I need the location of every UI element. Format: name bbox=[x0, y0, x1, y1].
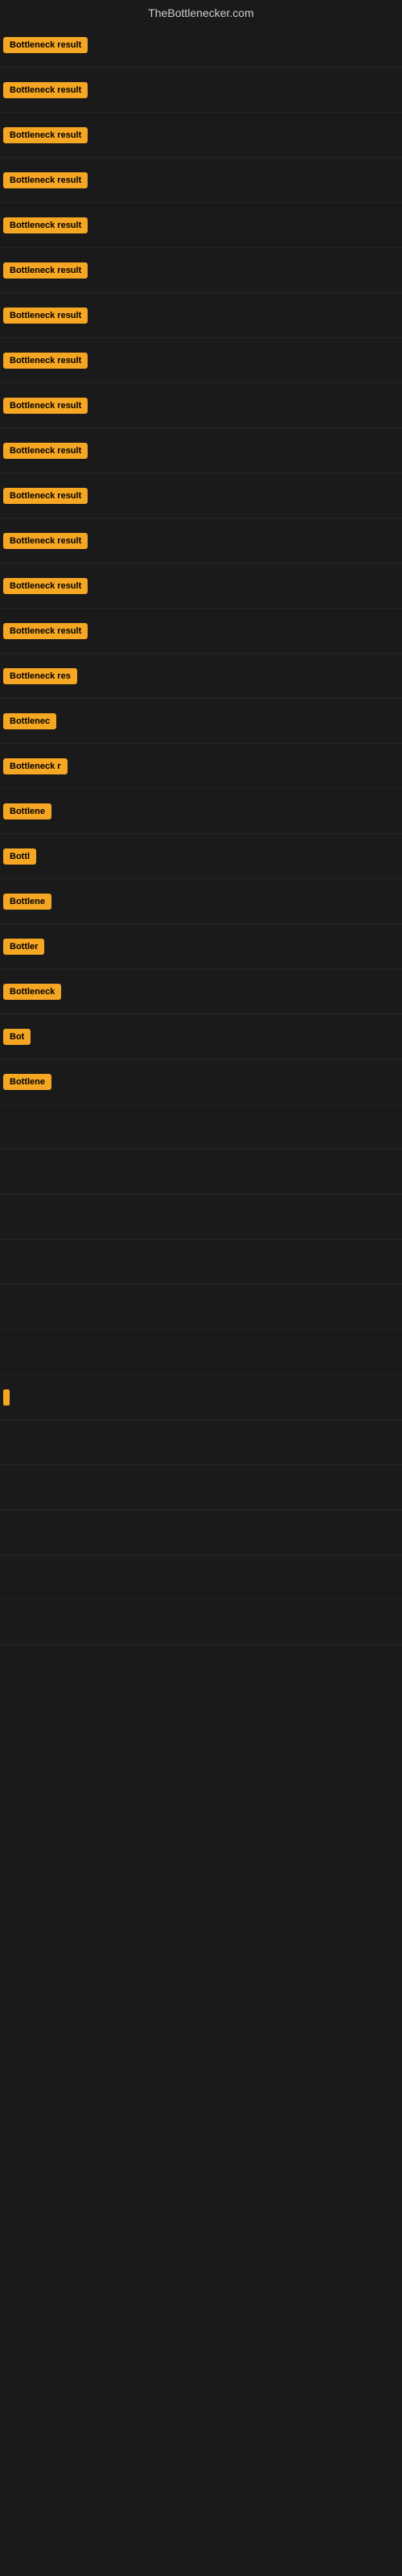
list-item: Bottleneck result bbox=[0, 68, 402, 113]
list-item: Bot bbox=[0, 1014, 402, 1059]
bottleneck-badge: Bottleneck result bbox=[3, 533, 88, 549]
list-item: Bottleneck result bbox=[0, 203, 402, 248]
bottleneck-badge: Bottl bbox=[3, 848, 36, 865]
list-item: Bottl bbox=[0, 834, 402, 879]
list-item bbox=[0, 1510, 402, 1555]
bottleneck-badge: Bottlenec bbox=[3, 713, 56, 729]
list-item: Bottleneck result bbox=[0, 564, 402, 609]
bottleneck-badge: Bottleneck result bbox=[3, 37, 88, 53]
bottleneck-badge: Bottleneck bbox=[3, 984, 61, 1000]
list-item: Bottleneck result bbox=[0, 248, 402, 293]
site-title: TheBottlenecker.com bbox=[148, 6, 254, 19]
bottleneck-badge: Bot bbox=[3, 1029, 31, 1045]
list-item: Bottleneck result bbox=[0, 518, 402, 564]
list-item: Bottlene bbox=[0, 1059, 402, 1104]
list-item: Bottlenec bbox=[0, 699, 402, 744]
bottleneck-badge: Bottleneck result bbox=[3, 578, 88, 594]
list-item: Bottleneck bbox=[0, 969, 402, 1014]
rows-container: Bottleneck result Bottleneck result Bottle… bbox=[0, 23, 402, 1645]
list-item: Bottleneck r bbox=[0, 744, 402, 789]
bottleneck-badge: Bottleneck result bbox=[3, 217, 88, 233]
list-item bbox=[0, 1555, 402, 1600]
list-item bbox=[0, 1240, 402, 1285]
list-item: Bottleneck result bbox=[0, 158, 402, 203]
bottleneck-badge: Bottleneck result bbox=[3, 82, 88, 98]
bottleneck-badge: Bottleneck res bbox=[3, 668, 77, 684]
list-item bbox=[0, 1600, 402, 1645]
list-item: Bottleneck result bbox=[0, 383, 402, 428]
bottleneck-badge: Bottleneck result bbox=[3, 443, 88, 459]
bottleneck-badge: Bottleneck result bbox=[3, 262, 88, 279]
bottleneck-badge: Bottler bbox=[3, 939, 44, 955]
list-item: Bottleneck result bbox=[0, 23, 402, 68]
bottleneck-badge: Bottleneck result bbox=[3, 127, 88, 143]
list-item: Bottleneck result bbox=[0, 473, 402, 518]
list-item: Bottleneck result bbox=[0, 428, 402, 473]
bottleneck-badge: Bottleneck result bbox=[3, 623, 88, 639]
list-item: Bottleneck result bbox=[0, 293, 402, 338]
bottleneck-badge: Bottleneck result bbox=[3, 353, 88, 369]
list-item: Bottleneck result bbox=[0, 113, 402, 158]
list-item bbox=[0, 1104, 402, 1150]
list-item bbox=[0, 1330, 402, 1375]
bottleneck-badge: Bottlene bbox=[3, 894, 51, 910]
list-item bbox=[0, 1375, 402, 1420]
list-item: Bottlene bbox=[0, 789, 402, 834]
list-item: Bottleneck result bbox=[0, 338, 402, 383]
bottleneck-badge: Bottleneck result bbox=[3, 172, 88, 188]
list-item bbox=[0, 1285, 402, 1330]
list-item: Bottlene bbox=[0, 879, 402, 924]
list-item bbox=[0, 1420, 402, 1465]
list-item: Bottler bbox=[0, 924, 402, 969]
bottleneck-badge: Bottlene bbox=[3, 803, 51, 819]
bottleneck-badge: Bottleneck r bbox=[3, 758, 68, 774]
list-item: Bottleneck res bbox=[0, 654, 402, 699]
bottleneck-badge: Bottleneck result bbox=[3, 398, 88, 414]
bottleneck-badge: Bottlene bbox=[3, 1074, 51, 1090]
list-item bbox=[0, 1195, 402, 1240]
bottleneck-badge-tiny bbox=[3, 1389, 10, 1406]
list-item bbox=[0, 1150, 402, 1195]
bottleneck-badge: Bottleneck result bbox=[3, 488, 88, 504]
list-item bbox=[0, 1465, 402, 1510]
site-header: TheBottlenecker.com bbox=[0, 0, 402, 23]
bottleneck-badge: Bottleneck result bbox=[3, 308, 88, 324]
list-item: Bottleneck result bbox=[0, 609, 402, 654]
